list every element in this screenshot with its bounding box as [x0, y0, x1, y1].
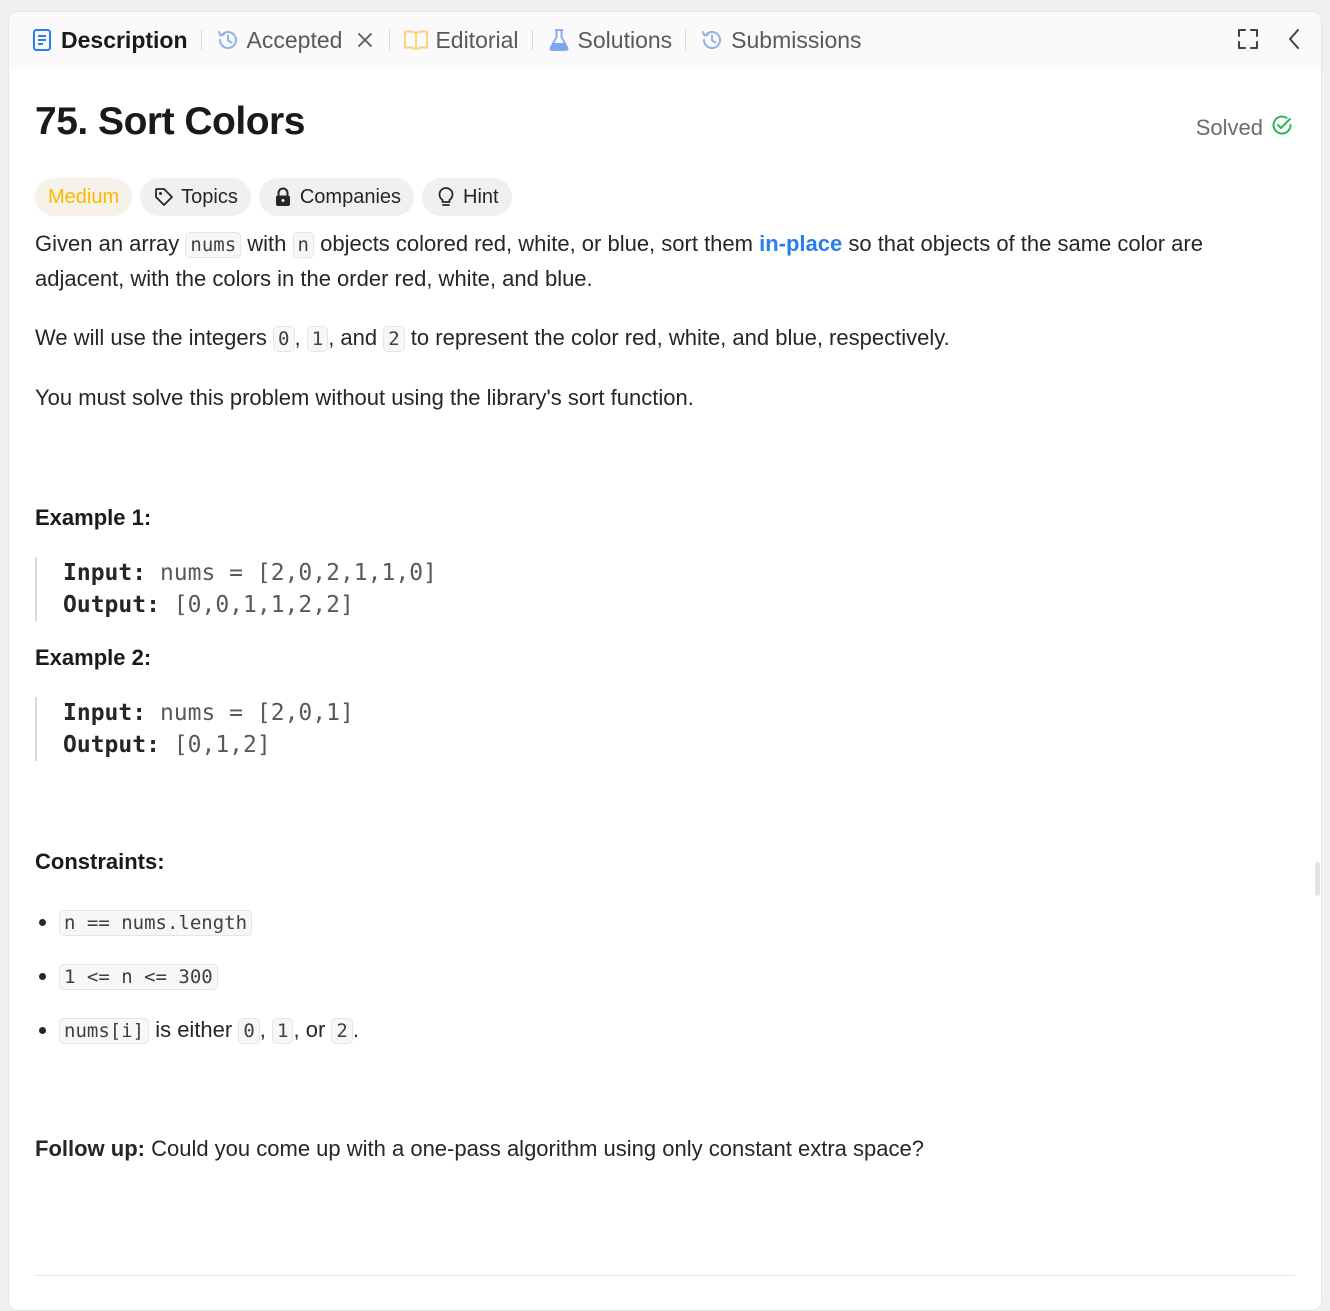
- description-panel: Description Accepted Editorial Solutions: [8, 11, 1322, 1311]
- tag-icon: [153, 186, 175, 208]
- tab-description-label: Description: [61, 26, 188, 53]
- description-paragraph: We will use the integers 0, 1, and 2 to …: [35, 325, 950, 352]
- example-output: Output: [0,0,1,1,2,2]: [63, 592, 354, 618]
- inline-code: nums[i]: [59, 1018, 150, 1044]
- document-icon: [29, 27, 55, 53]
- tab-solutions[interactable]: Solutions: [546, 12, 673, 68]
- lightbulb-icon: [435, 186, 457, 208]
- description-paragraph: You must solve this problem without usin…: [35, 385, 694, 410]
- in-place-link[interactable]: in-place: [759, 231, 842, 256]
- list-item: nums[i] is either 0, 1, or 2.: [59, 1013, 1295, 1048]
- tab-editorial[interactable]: Editorial: [403, 12, 519, 68]
- solved-label: Solved: [1195, 115, 1263, 140]
- problem-tags: Medium Topics Companies Hint: [35, 178, 1295, 216]
- difficulty-badge: Medium: [35, 178, 133, 216]
- inline-code: n == nums.length: [59, 910, 253, 936]
- history-icon: [215, 27, 241, 53]
- list-item: n == nums.length: [59, 905, 1295, 940]
- companies-label: Companies: [299, 185, 402, 208]
- example-output: Output: [0,1,2]: [63, 732, 271, 758]
- tab-description[interactable]: Description: [29, 12, 188, 68]
- list-item: 1 <= n <= 300: [59, 959, 1295, 994]
- inline-code: n: [292, 232, 314, 258]
- tab-divider: [685, 30, 687, 50]
- close-icon[interactable]: [354, 29, 376, 51]
- tab-editorial-label: Editorial: [435, 26, 519, 53]
- inline-code: 1 <= n <= 300: [59, 964, 218, 990]
- example-title: Example 1:: [35, 505, 152, 530]
- problem-title[interactable]: 75. Sort Colors: [35, 100, 305, 144]
- inline-code: 1: [272, 1018, 294, 1044]
- inline-code: nums: [185, 232, 242, 258]
- lock-icon: [272, 186, 294, 208]
- solved-status: Solved: [1196, 114, 1293, 142]
- example-input: Input: nums = [2,0,2,1,1,0]: [63, 560, 437, 586]
- flask-icon: [546, 27, 572, 53]
- tab-bar: Description Accepted Editorial Solutions: [9, 12, 1321, 68]
- tab-solutions-label: Solutions: [577, 26, 673, 53]
- constraints-list: n == nums.length 1 <= n <= 300 nums[i] i…: [35, 905, 1295, 1048]
- inline-code: 2: [331, 1018, 353, 1044]
- tab-accepted[interactable]: Accepted: [215, 12, 377, 68]
- follow-up-label: Follow up:: [35, 1136, 145, 1161]
- problem-description: Given an array nums with n objects color…: [35, 227, 1295, 415]
- inline-code: 2: [383, 326, 405, 352]
- tab-submissions[interactable]: Submissions: [699, 12, 862, 68]
- constraints-title: Constraints:: [35, 849, 165, 874]
- companies-chip[interactable]: Companies: [258, 178, 415, 216]
- example-block: Input: nums = [2,0,2,1,1,0] Output: [0,0…: [35, 557, 1295, 621]
- example-title: Example 2:: [35, 645, 152, 670]
- hint-label: Hint: [463, 185, 499, 208]
- topics-label: Topics: [181, 185, 238, 208]
- description-paragraph: Given an array nums with n objects color…: [35, 231, 1203, 291]
- problem-content: 75. Sort Colors Solved Medium Topics Com…: [35, 68, 1295, 1166]
- history-icon: [699, 27, 725, 53]
- tab-submissions-label: Submissions: [731, 26, 862, 53]
- follow-up: Follow up: Could you come up with a one-…: [35, 1132, 1295, 1166]
- tab-divider: [200, 30, 202, 50]
- tab-divider: [531, 30, 533, 50]
- tab-divider: [389, 30, 391, 50]
- example-block: Input: nums = [2,0,1] Output: [0,1,2]: [35, 697, 1295, 761]
- tab-accepted-label: Accepted: [246, 26, 343, 53]
- panel-tools: [1235, 26, 1307, 52]
- title-row: 75. Sort Colors Solved: [35, 68, 1295, 172]
- inline-code: 1: [306, 326, 329, 352]
- topics-chip[interactable]: Topics: [140, 178, 251, 216]
- follow-up-text: Could you come up with a one-pass algori…: [144, 1136, 924, 1161]
- hint-chip[interactable]: Hint: [422, 178, 512, 216]
- book-icon: [403, 27, 429, 53]
- scrollbar-thumb[interactable]: [1315, 862, 1320, 896]
- chevron-left-icon[interactable]: [1281, 26, 1307, 52]
- content-divider: [35, 1275, 1295, 1276]
- fullscreen-icon[interactable]: [1235, 26, 1261, 52]
- inline-code: 0: [238, 1018, 260, 1044]
- check-circle-icon: [1271, 114, 1293, 142]
- example-input: Input: nums = [2,0,1]: [63, 700, 354, 726]
- inline-code: 0: [273, 326, 295, 352]
